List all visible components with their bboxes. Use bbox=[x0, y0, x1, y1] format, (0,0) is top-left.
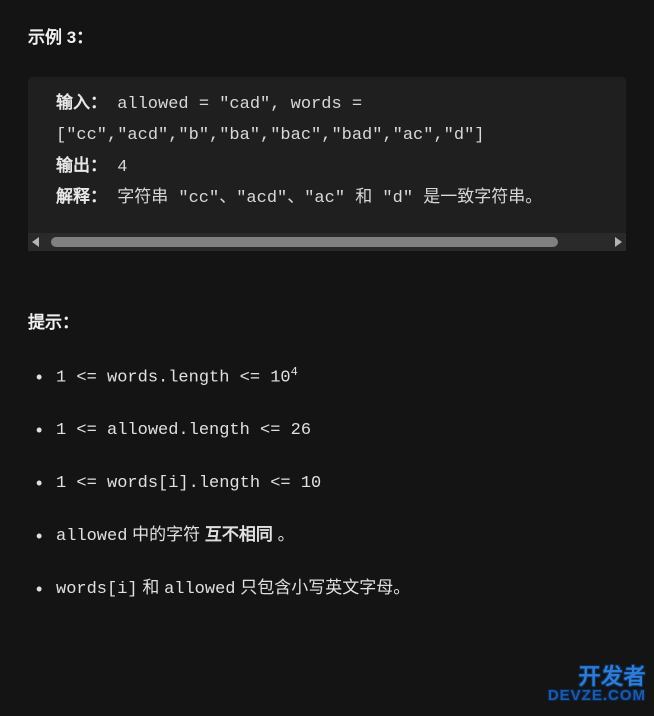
list-item: allowed 中的字符 互不相同 。 bbox=[32, 521, 626, 552]
watermark-top: 开发者 bbox=[548, 665, 646, 688]
constraint-code2: allowed bbox=[164, 580, 235, 599]
constraint-text: 1 <= allowed.length <= 26 bbox=[56, 421, 311, 440]
output-label: 输出： bbox=[56, 158, 107, 177]
list-item: 1 <= words.length <= 104 bbox=[32, 362, 626, 394]
example-block: 输入： allowed = "cad", words = ["cc","acd"… bbox=[28, 77, 626, 251]
watermark-bottom: DEVZE.COM bbox=[548, 688, 646, 704]
scroll-thumb[interactable] bbox=[51, 237, 559, 247]
scroll-left-arrow-icon[interactable] bbox=[32, 237, 39, 247]
explain-value: 字符串 "cc"、"acd"、"ac" 和 "d" 是一致字符串。 bbox=[117, 189, 542, 208]
scroll-track[interactable] bbox=[45, 237, 609, 247]
output-value: 4 bbox=[117, 158, 127, 177]
example-code: 输入： allowed = "cad", words = ["cc","acd"… bbox=[28, 77, 626, 233]
constraint-code: words[i] bbox=[56, 580, 138, 599]
explain-label: 解释： bbox=[56, 189, 107, 208]
hints-heading: 提示： bbox=[28, 309, 626, 338]
constraint-post: 。 bbox=[273, 525, 295, 544]
constraint-code: allowed bbox=[56, 527, 127, 546]
watermark: 开发者 DEVZE.COM bbox=[548, 665, 646, 704]
example-heading: 示例 3： bbox=[28, 24, 626, 53]
scroll-right-arrow-icon[interactable] bbox=[615, 237, 622, 247]
hints-list: 1 <= words.length <= 104 1 <= allowed.le… bbox=[28, 362, 626, 605]
constraint-mid: 和 bbox=[138, 578, 164, 597]
constraint-bold: 互不相同 bbox=[205, 525, 273, 544]
constraint-sup: 4 bbox=[291, 365, 298, 379]
list-item: 1 <= words[i].length <= 10 bbox=[32, 468, 626, 499]
input-label: 输入： bbox=[56, 95, 107, 114]
list-item: 1 <= allowed.length <= 26 bbox=[32, 415, 626, 446]
constraint-text: 1 <= words[i].length <= 10 bbox=[56, 474, 321, 493]
horizontal-scrollbar[interactable] bbox=[28, 233, 626, 251]
input-value: allowed = "cad", words = ["cc","acd","b"… bbox=[56, 95, 484, 145]
constraint-post: 只包含小写英文字母。 bbox=[236, 578, 411, 597]
list-item: words[i] 和 allowed 只包含小写英文字母。 bbox=[32, 574, 626, 605]
constraint-text: 1 <= words.length <= 10 bbox=[56, 368, 291, 387]
constraint-mid: 中的字符 bbox=[127, 525, 204, 544]
